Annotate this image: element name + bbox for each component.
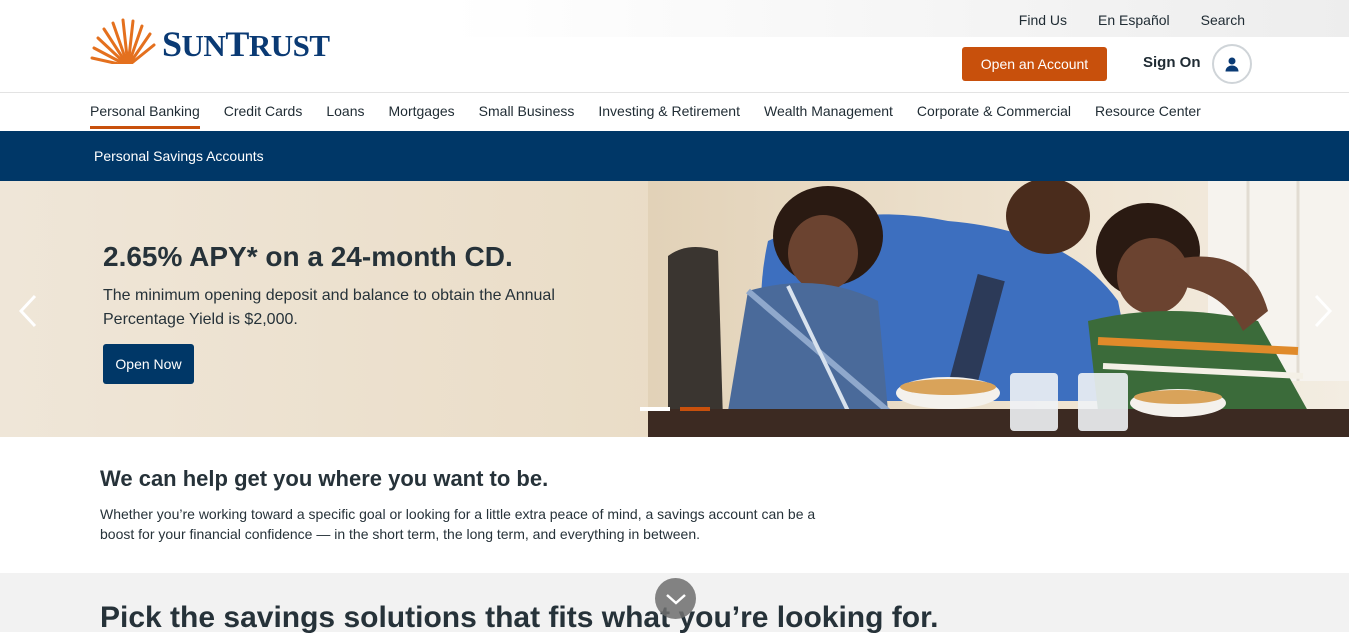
chevron-left-icon[interactable] — [18, 293, 38, 329]
hero-family-photo — [648, 181, 1349, 437]
nav-personal-banking[interactable]: Personal Banking — [90, 103, 200, 129]
nav-wealth-management[interactable]: Wealth Management — [764, 103, 893, 119]
scroll-down-button[interactable] — [655, 578, 696, 619]
utility-links: Find Us En Español Search — [1019, 12, 1245, 28]
carousel-dot-2[interactable] — [680, 407, 710, 411]
nav-resource-center[interactable]: Resource Center — [1095, 103, 1201, 119]
subnav-personal-savings[interactable]: Personal Savings Accounts — [94, 148, 264, 164]
hero-description: The minimum opening deposit and balance … — [103, 287, 555, 328]
nav-credit-cards[interactable]: Credit Cards — [224, 103, 303, 119]
user-icon — [1225, 57, 1239, 72]
carousel-indicators — [640, 407, 710, 411]
nav-loans[interactable]: Loans — [326, 103, 364, 119]
sun-burst-icon — [88, 18, 156, 68]
chevron-down-icon — [665, 593, 686, 605]
suntrust-logo[interactable]: SUNTRUST — [88, 18, 330, 68]
intro-text: Whether you’re working toward a specific… — [100, 506, 816, 542]
savings-solutions-title: Pick the savings solutions that fits wha… — [100, 601, 939, 634]
carousel-dot-1[interactable] — [640, 407, 670, 411]
logo-wordmark: SUNTRUST — [162, 24, 330, 64]
chevron-right-icon[interactable] — [1313, 293, 1333, 329]
open-account-button[interactable]: Open an Account — [962, 47, 1107, 81]
nav-investing-retirement[interactable]: Investing & Retirement — [598, 103, 740, 119]
espanol-link[interactable]: En Español — [1098, 12, 1170, 28]
sign-on-user-button[interactable] — [1212, 44, 1252, 84]
nav-corporate-commercial[interactable]: Corporate & Commercial — [917, 103, 1071, 119]
hero-title: 2.65% APY* on a 24-month CD. — [103, 241, 513, 272]
intro-title: We can help get you where you want to be… — [100, 466, 549, 491]
open-now-button[interactable]: Open Now — [103, 344, 194, 384]
sub-navigation: Personal Savings Accounts — [0, 131, 1349, 181]
nav-small-business[interactable]: Small Business — [479, 103, 575, 119]
hero-carousel: 2.65% APY* on a 24-month CD. The minimum… — [0, 181, 1349, 437]
search-link[interactable]: Search — [1201, 12, 1245, 28]
nav-mortgages[interactable]: Mortgages — [389, 103, 455, 119]
sign-on-link[interactable]: Sign On — [1143, 54, 1201, 71]
find-us-link[interactable]: Find Us — [1019, 12, 1067, 28]
main-navigation: Personal Banking Credit Cards Loans Mort… — [0, 92, 1349, 131]
